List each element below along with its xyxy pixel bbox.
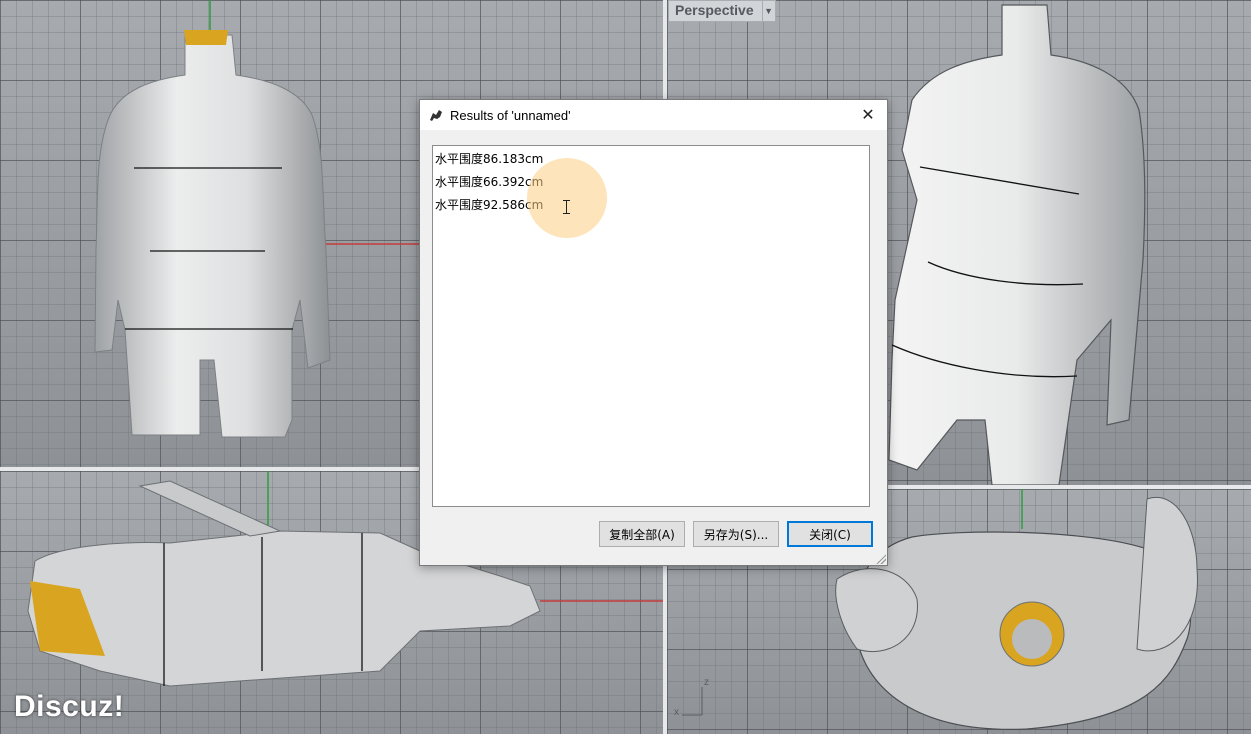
dialog-titlebar[interactable]: Results of 'unnamed' ✕: [420, 100, 887, 130]
results-dialog: Results of 'unnamed' ✕ 水平围度86.183cm 水平围度…: [419, 99, 888, 566]
result-line: 水平围度66.392cm: [435, 175, 544, 189]
perspective-viewport-label[interactable]: Perspective: [669, 1, 762, 21]
resize-grip-icon[interactable]: [876, 554, 886, 564]
copy-all-button[interactable]: 复制全部(A): [599, 521, 685, 547]
dialog-title: Results of 'unnamed': [450, 108, 571, 123]
rhino-app-icon: [428, 107, 444, 123]
axis-gizmo: z x: [672, 675, 712, 723]
close-icon[interactable]: ✕: [855, 103, 881, 127]
close-button[interactable]: 关闭(C): [787, 521, 873, 547]
perspective-viewport-title[interactable]: Perspective ▼: [668, 0, 776, 22]
axis-z-label: z: [704, 677, 709, 688]
result-line: 水平围度86.183cm: [435, 152, 544, 166]
axis-x-label: x: [674, 707, 679, 718]
watermark-logo: Discuz!: [14, 690, 125, 723]
text-cursor-icon: [563, 200, 570, 214]
result-line: 水平围度92.586cm: [435, 198, 544, 212]
results-textarea[interactable]: 水平围度86.183cm 水平围度66.392cm 水平围度92.586cm: [432, 145, 870, 507]
save-as-button[interactable]: 另存为(S)...: [693, 521, 779, 547]
chevron-down-icon[interactable]: ▼: [761, 1, 775, 21]
